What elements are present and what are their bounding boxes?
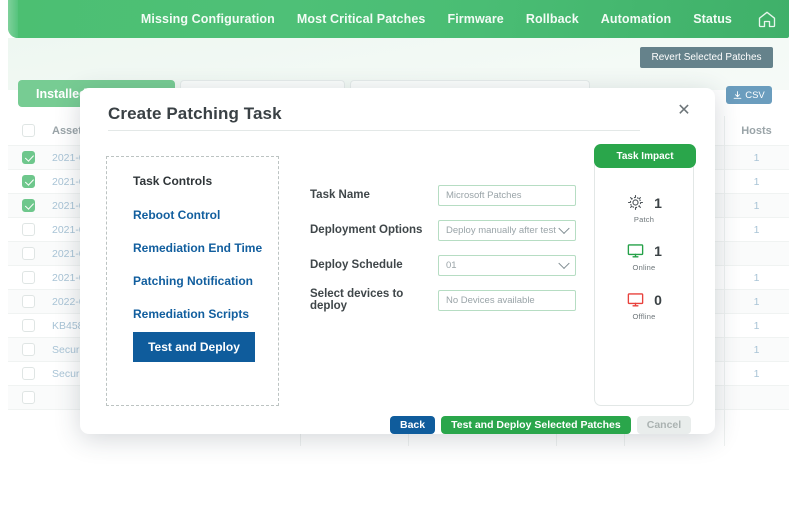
row-checkbox[interactable] — [8, 367, 48, 380]
row-checkbox[interactable] — [8, 175, 48, 188]
task-impact-card: Task Impact 1 Patch 1 Online 0 Offline — [594, 144, 696, 406]
monitor-online-icon — [627, 244, 644, 258]
control-patching-notification[interactable]: Patching Notification — [107, 267, 278, 295]
task-name-label: Task Name — [310, 189, 370, 201]
task-controls-heading: Task Controls — [133, 174, 213, 188]
nav-item-status[interactable]: Status — [693, 12, 732, 26]
deploy-schedule-label: Deploy Schedule — [310, 259, 403, 271]
csv-export-button[interactable]: CSV — [726, 86, 772, 104]
monitor-offline-icon — [627, 293, 644, 307]
row-checkbox[interactable] — [8, 223, 48, 236]
column-header-hosts[interactable]: Hosts — [724, 125, 789, 137]
form-row-select-devices: Select devices to deploy No Devices avai… — [310, 283, 590, 317]
row-checkbox[interactable] — [8, 151, 48, 164]
task-impact-header: Task Impact — [594, 144, 696, 168]
cell-hosts: 1 — [753, 295, 760, 308]
nav-item-firmware[interactable]: Firmware — [447, 12, 503, 26]
csv-label: CSV — [745, 89, 765, 101]
cell-hosts: 1 — [753, 223, 760, 236]
select-devices-label: Select devices to deploy — [310, 288, 404, 312]
cell-hosts: 1 — [753, 271, 760, 284]
row-checkbox[interactable] — [8, 271, 48, 284]
nav-item-automation[interactable]: Automation — [601, 12, 671, 26]
nav-item-rollback[interactable]: Rollback — [526, 12, 579, 26]
revert-label: Revert Selected Patches — [651, 52, 762, 63]
nav-item-most-critical-patches[interactable]: Most Critical Patches — [297, 12, 426, 26]
deploy-schedule-select[interactable]: 01 — [438, 254, 576, 276]
impact-item-offline: 0 Offline — [595, 290, 693, 321]
control-reboot-control[interactable]: Reboot Control — [107, 201, 278, 229]
close-icon[interactable]: ✕ — [675, 103, 693, 121]
row-checkbox[interactable] — [8, 391, 48, 404]
home-icon[interactable] — [757, 9, 777, 29]
control-remediation-scripts[interactable]: Remediation Scripts — [107, 300, 278, 328]
impact-patch-label: Patch — [633, 215, 655, 224]
modal-title: Create Patching Task — [108, 104, 282, 123]
gear-icon — [628, 194, 644, 211]
impact-online-label: Online — [632, 263, 656, 272]
app-root: Asset Hosts 2021-01 (1 2021-01 U 1 2021-02 (1… — [0, 0, 789, 508]
row-checkbox[interactable] — [8, 295, 48, 308]
task-controls-panel: Task Controls Reboot Control Remediation… — [106, 156, 279, 406]
chevron-down-icon — [558, 222, 570, 235]
row-checkbox[interactable] — [8, 319, 48, 332]
row-checkbox[interactable] — [8, 343, 48, 356]
cell-hosts: 1 — [753, 199, 760, 212]
impact-item-online: 1 Online — [595, 241, 693, 272]
chevron-down-icon — [558, 257, 570, 270]
nav-item-missing-configuration[interactable]: Missing Configuration — [141, 12, 275, 26]
back-button[interactable]: Back — [390, 416, 436, 434]
impact-patch-count: 1 — [654, 194, 662, 211]
deployment-options-select[interactable]: Deploy manually after test — [438, 219, 576, 241]
cell-hosts: 1 — [753, 175, 760, 188]
impact-offline-count: 0 — [654, 291, 662, 308]
select-all-checkbox[interactable] — [8, 124, 48, 137]
table-column-divider — [724, 116, 725, 446]
cell-hosts: 1 — [753, 319, 760, 332]
row-checkbox[interactable] — [8, 247, 48, 260]
control-test-and-deploy[interactable]: Test and Deploy — [133, 332, 255, 362]
deployment-options-value: Deploy manually after test — [446, 224, 556, 236]
row-checkbox[interactable] — [8, 199, 48, 212]
top-navigation: Missing Configuration Most Critical Patc… — [8, 0, 789, 38]
create-patching-task-modal: Create Patching Task ✕ Task Controls Reb… — [80, 88, 715, 434]
deploy-schedule-value: 01 — [446, 259, 457, 271]
form-row-task-name: Task Name Microsoft Patches — [310, 178, 590, 212]
select-devices-input[interactable]: No Devices available — [438, 289, 576, 311]
control-remediation-end-time[interactable]: Remediation End Time — [107, 234, 278, 262]
impact-item-patch: 1 Patch — [595, 193, 693, 224]
form-row-deployment-options: Deployment Options Deploy manually after… — [310, 213, 590, 247]
impact-online-count: 1 — [654, 242, 662, 259]
form-row-deploy-schedule: Deploy Schedule 01 — [310, 248, 590, 282]
test-and-deploy-selected-patches-button[interactable]: Test and Deploy Selected Patches — [441, 416, 631, 434]
cell-hosts: 1 — [753, 367, 760, 380]
modal-action-buttons: Back Test and Deploy Selected Patches Ca… — [390, 416, 692, 434]
deployment-options-label: Deployment Options — [310, 224, 423, 236]
cell-hosts: 1 — [753, 151, 760, 164]
footer-strip — [0, 466, 789, 508]
modal-divider — [108, 130, 640, 131]
cancel-button[interactable]: Cancel — [636, 416, 692, 434]
impact-offline-label: Offline — [632, 312, 656, 321]
task-form: Task Name Microsoft Patches Deployment O… — [310, 178, 590, 318]
download-icon — [733, 90, 742, 99]
cell-hosts: 1 — [753, 343, 760, 356]
task-name-input[interactable]: Microsoft Patches — [438, 184, 576, 206]
revert-selected-patches-button[interactable]: Revert Selected Patches — [640, 47, 773, 68]
